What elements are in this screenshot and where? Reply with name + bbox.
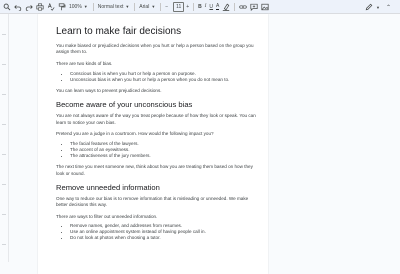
document-body[interactable]: Learn to make fair decisions You make bi… bbox=[56, 26, 256, 247]
bullet-list: Remove names, gender, and addresses from… bbox=[56, 223, 256, 241]
zoom-value: 100% bbox=[69, 3, 82, 10]
underline-icon[interactable]: U bbox=[209, 4, 213, 10]
highlight-icon[interactable] bbox=[222, 3, 230, 11]
chevron-down-icon: ▼ bbox=[83, 4, 88, 9]
plus-icon[interactable]: + bbox=[186, 4, 189, 10]
bullet-list: The facial features of the lawyers. The … bbox=[56, 141, 256, 159]
redo-icon[interactable] bbox=[25, 3, 33, 11]
expand-icon[interactable]: ⌃ bbox=[386, 4, 391, 11]
comment-icon[interactable] bbox=[250, 3, 258, 11]
toolbar-divider bbox=[234, 2, 236, 11]
toolbar-divider bbox=[193, 2, 195, 11]
ruler-tick bbox=[2, 154, 6, 155]
font-select[interactable]: Arial ▼ bbox=[139, 4, 155, 10]
list-item: Do not look at photos when choosing a tu… bbox=[70, 235, 256, 241]
toolbar-divider bbox=[134, 2, 136, 11]
ruler-tick bbox=[2, 124, 6, 125]
chevron-down-icon: ▼ bbox=[151, 4, 156, 9]
bold-icon[interactable]: B bbox=[198, 4, 202, 10]
paint-format-icon[interactable] bbox=[58, 2, 66, 11]
chevron-down-icon[interactable]: ▼ bbox=[376, 5, 380, 10]
vertical-ruler bbox=[0, 14, 9, 262]
search-icon[interactable] bbox=[3, 3, 11, 11]
toolbar-right: ▼ ⌃ bbox=[365, 3, 394, 11]
edit-icon[interactable] bbox=[365, 3, 373, 11]
image-icon[interactable] bbox=[261, 3, 269, 11]
print-icon[interactable] bbox=[36, 2, 44, 11]
toolbar-divider bbox=[92, 2, 94, 11]
paragraph: You are not always aware of the way you … bbox=[56, 113, 256, 125]
style-select[interactable]: Normal text ▼ bbox=[98, 4, 130, 10]
bullet-list: Conscious bias is when you hurt or help … bbox=[56, 71, 256, 83]
undo-icon[interactable] bbox=[14, 3, 22, 11]
ruler-tick bbox=[2, 214, 6, 215]
ruler-tick bbox=[2, 64, 6, 65]
paragraph: There are two kinds of bias. bbox=[56, 60, 113, 66]
ruler-tick bbox=[2, 34, 6, 35]
paragraph: You make biased or prejudiced decisions … bbox=[56, 43, 254, 55]
ruler-tick bbox=[2, 94, 6, 95]
font-value: Arial bbox=[139, 3, 150, 10]
zoom-select[interactable]: 100% ▼ bbox=[69, 4, 88, 10]
font-size-input[interactable]: 11 bbox=[173, 1, 185, 12]
paragraph: There are ways to filter out unneeded in… bbox=[56, 213, 158, 219]
ruler-tick bbox=[2, 184, 6, 185]
section-heading: Remove unneeded information bbox=[56, 182, 160, 192]
paragraph: Pretend you are a judge in a courtroom. … bbox=[56, 131, 214, 137]
ruler-tick bbox=[2, 244, 6, 245]
toolbar-divider bbox=[160, 2, 162, 11]
chevron-down-icon: ▼ bbox=[125, 4, 130, 9]
italic-icon[interactable]: I bbox=[205, 4, 207, 9]
style-value: Normal text bbox=[97, 3, 124, 10]
paragraph: You can learn ways to prevent prejudiced… bbox=[56, 88, 162, 94]
document-page[interactable]: Learn to make fair decisions You make bi… bbox=[38, 14, 268, 274]
list-item: The attractiveness of the jury members. bbox=[70, 153, 256, 159]
list-item: Unconscious bias is when you hurt or hel… bbox=[70, 77, 256, 83]
toolbar: 100% ▼ Normal text ▼ Arial ▼ − 11 + B I U A… bbox=[0, 0, 400, 14]
paragraph: One way to reduce our bias is to remove … bbox=[56, 195, 249, 208]
document-title: Learn to make fair decisions bbox=[56, 26, 182, 37]
minus-icon[interactable]: − bbox=[165, 4, 168, 10]
link-icon[interactable] bbox=[239, 3, 248, 11]
text-color-icon[interactable]: A bbox=[216, 3, 220, 10]
spellcheck-icon[interactable] bbox=[47, 2, 55, 11]
section-heading: Become aware of your unconscious bias bbox=[56, 100, 193, 110]
paragraph: The next time you meet someone new, thin… bbox=[56, 164, 253, 176]
